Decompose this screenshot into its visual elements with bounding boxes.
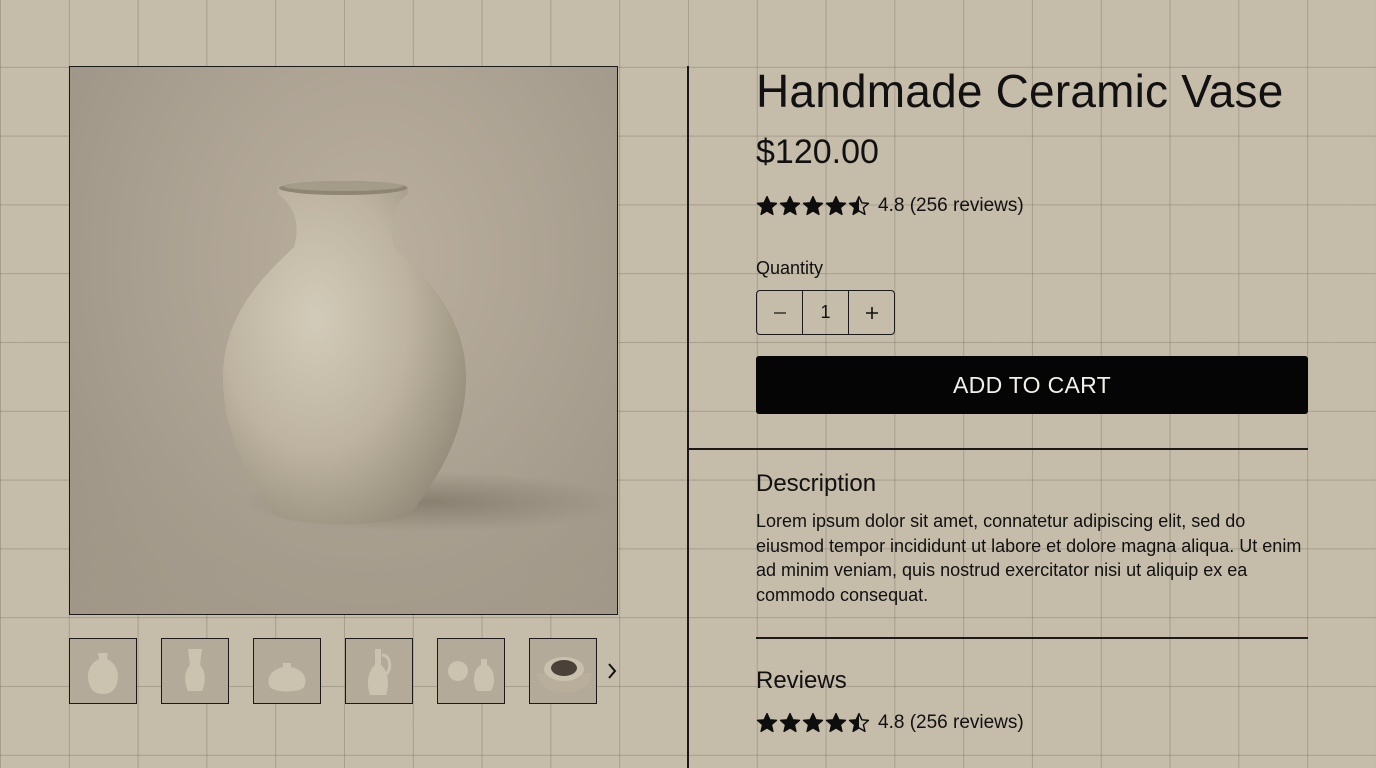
thumbnail-next-button[interactable] <box>602 658 622 684</box>
thumbnail-image <box>185 649 205 691</box>
star-icon <box>756 195 778 216</box>
star-icon <box>848 195 870 216</box>
minus-icon <box>773 311 786 314</box>
chevron-right-icon <box>608 663 617 679</box>
product-rating: 4.8 (256 reviews) <box>756 195 1024 217</box>
thumbnail-vase-round[interactable] <box>69 638 137 704</box>
thumbnail-bowl-wide[interactable] <box>529 638 597 704</box>
reviews-heading: Reviews <box>756 667 847 694</box>
rating-summary: 4.8 (256 reviews) <box>878 195 1024 216</box>
product-price: $120.00 <box>756 133 879 171</box>
column-divider <box>687 66 689 768</box>
thumbnail-vase-squat[interactable] <box>253 638 321 704</box>
star-rating <box>756 712 870 734</box>
star-icon <box>802 712 824 733</box>
rating-summary: 4.8 (256 reviews) <box>878 712 1024 733</box>
vase-illustration <box>70 181 617 614</box>
section-divider <box>687 448 1308 450</box>
star-icon <box>779 195 801 216</box>
description-heading: Description <box>756 470 877 497</box>
star-rating <box>756 195 870 217</box>
quantity-label: Quantity <box>756 258 824 278</box>
description-text: Lorem ipsum dolor sit amet, connatetur a… <box>756 511 1302 605</box>
thumbnail-vase-tall-cylinder[interactable] <box>161 638 229 704</box>
quantity-stepper: 1 <box>756 290 895 335</box>
product-page: Handmade Ceramic Vase $120.00 4.8 (256 r… <box>0 0 1376 768</box>
increment-button[interactable] <box>848 291 894 334</box>
star-icon <box>848 712 870 733</box>
thumbnail-image <box>367 649 392 695</box>
section-divider <box>756 637 1308 639</box>
thumbnail-image <box>536 657 592 693</box>
star-icon <box>756 712 778 733</box>
decrement-button[interactable] <box>757 291 802 334</box>
product-title: Handmade Ceramic Vase <box>756 65 1284 117</box>
thumbnail-image <box>268 663 306 692</box>
star-icon <box>825 195 847 216</box>
add-to-cart-button[interactable]: ADD TO CART <box>756 356 1308 414</box>
plus-icon <box>865 306 878 319</box>
thumbnail-jug-handle[interactable] <box>345 638 413 704</box>
star-icon <box>779 712 801 733</box>
reviews-rating: 4.8 (256 reviews) <box>756 712 1024 734</box>
thumbnail-image <box>88 653 118 694</box>
star-icon <box>825 712 847 733</box>
thumbnail-vase-pair[interactable] <box>437 638 505 704</box>
thumbnail-image <box>448 659 495 691</box>
star-icon <box>802 195 824 216</box>
main-product-image[interactable] <box>69 66 618 615</box>
quantity-value[interactable]: 1 <box>802 291 848 334</box>
